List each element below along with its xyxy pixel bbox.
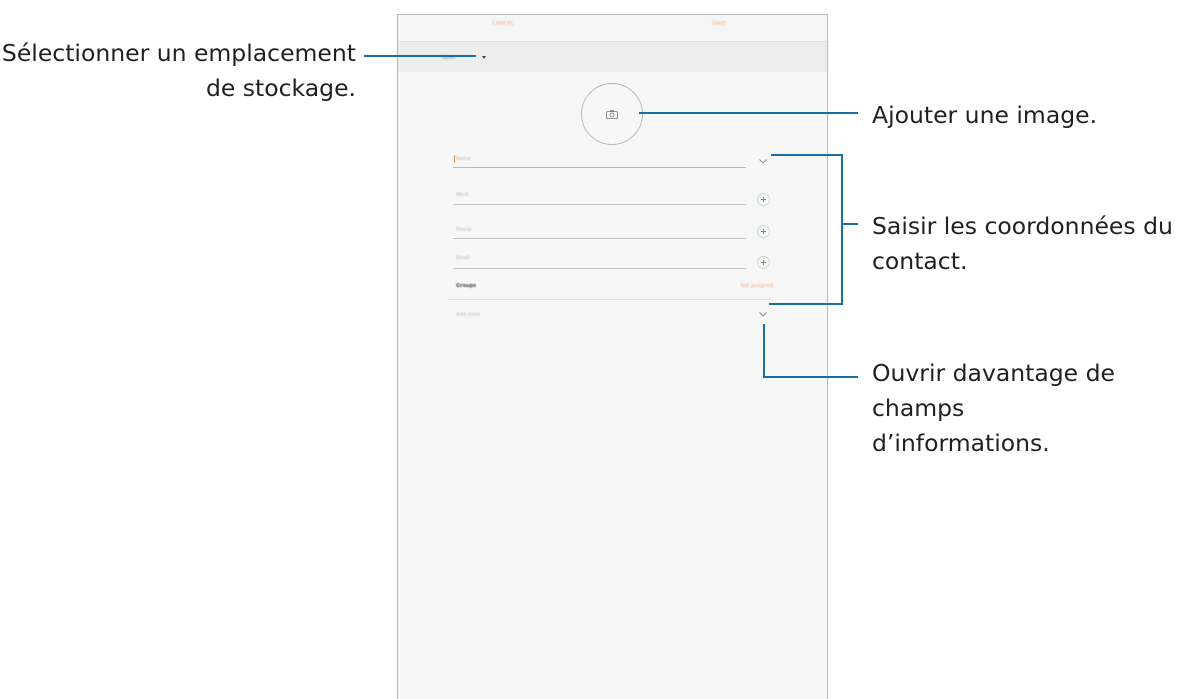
camera-icon: [606, 110, 618, 119]
save-button[interactable]: SAVE: [712, 21, 726, 27]
work-field-placeholder: Work: [456, 192, 469, 198]
text-cursor: [454, 155, 455, 163]
email-field[interactable]: [453, 268, 746, 269]
chevron-down-icon[interactable]: [759, 312, 767, 317]
email-field-placeholder: Email: [456, 255, 470, 261]
phone-field[interactable]: [453, 238, 746, 239]
name-field-placeholder: Name: [456, 156, 471, 162]
dropdown-arrow-icon: [482, 56, 486, 59]
contact-editor-screen: CANCEL SAVE Tablet Name Work Phone Email…: [397, 14, 828, 699]
groups-label: Groups: [456, 283, 477, 289]
callout-storage-line1: Sélectionner un emplacement: [1, 39, 356, 67]
callout-contact: Saisir les coordonnées du contact.: [872, 209, 1173, 279]
callout-more: Ouvrir davantage de champs d’information…: [872, 356, 1202, 461]
callout-image: Ajouter une image.: [872, 101, 1098, 129]
name-field[interactable]: [453, 167, 746, 168]
callout-storage: Sélectionner un emplacement de stockage.: [2, 36, 356, 106]
callout-contact-line2: contact.: [872, 247, 968, 275]
storage-location-selector[interactable]: Tablet: [398, 42, 827, 72]
callout-storage-line2: de stockage.: [205, 74, 356, 102]
add-image-button[interactable]: [581, 83, 643, 145]
plus-icon[interactable]: [757, 225, 770, 238]
callout-more-line2: d’informations.: [872, 429, 1050, 457]
add-more-label[interactable]: Add more: [456, 312, 480, 318]
plus-icon[interactable]: [757, 193, 770, 206]
groups-value[interactable]: Not assigned: [740, 283, 773, 289]
work-field[interactable]: [453, 204, 746, 205]
callout-more-line1: Ouvrir davantage de champs: [872, 359, 1115, 422]
groups-divider: [448, 299, 770, 300]
phone-field-placeholder: Phone: [456, 227, 472, 233]
top-action-bar: CANCEL SAVE: [398, 15, 827, 42]
storage-location-label: Tablet: [441, 55, 456, 61]
chevron-down-icon[interactable]: [759, 159, 767, 164]
cancel-button[interactable]: CANCEL: [492, 21, 514, 27]
plus-icon[interactable]: [757, 256, 770, 269]
callout-contact-line1: Saisir les coordonnées du: [872, 212, 1173, 240]
